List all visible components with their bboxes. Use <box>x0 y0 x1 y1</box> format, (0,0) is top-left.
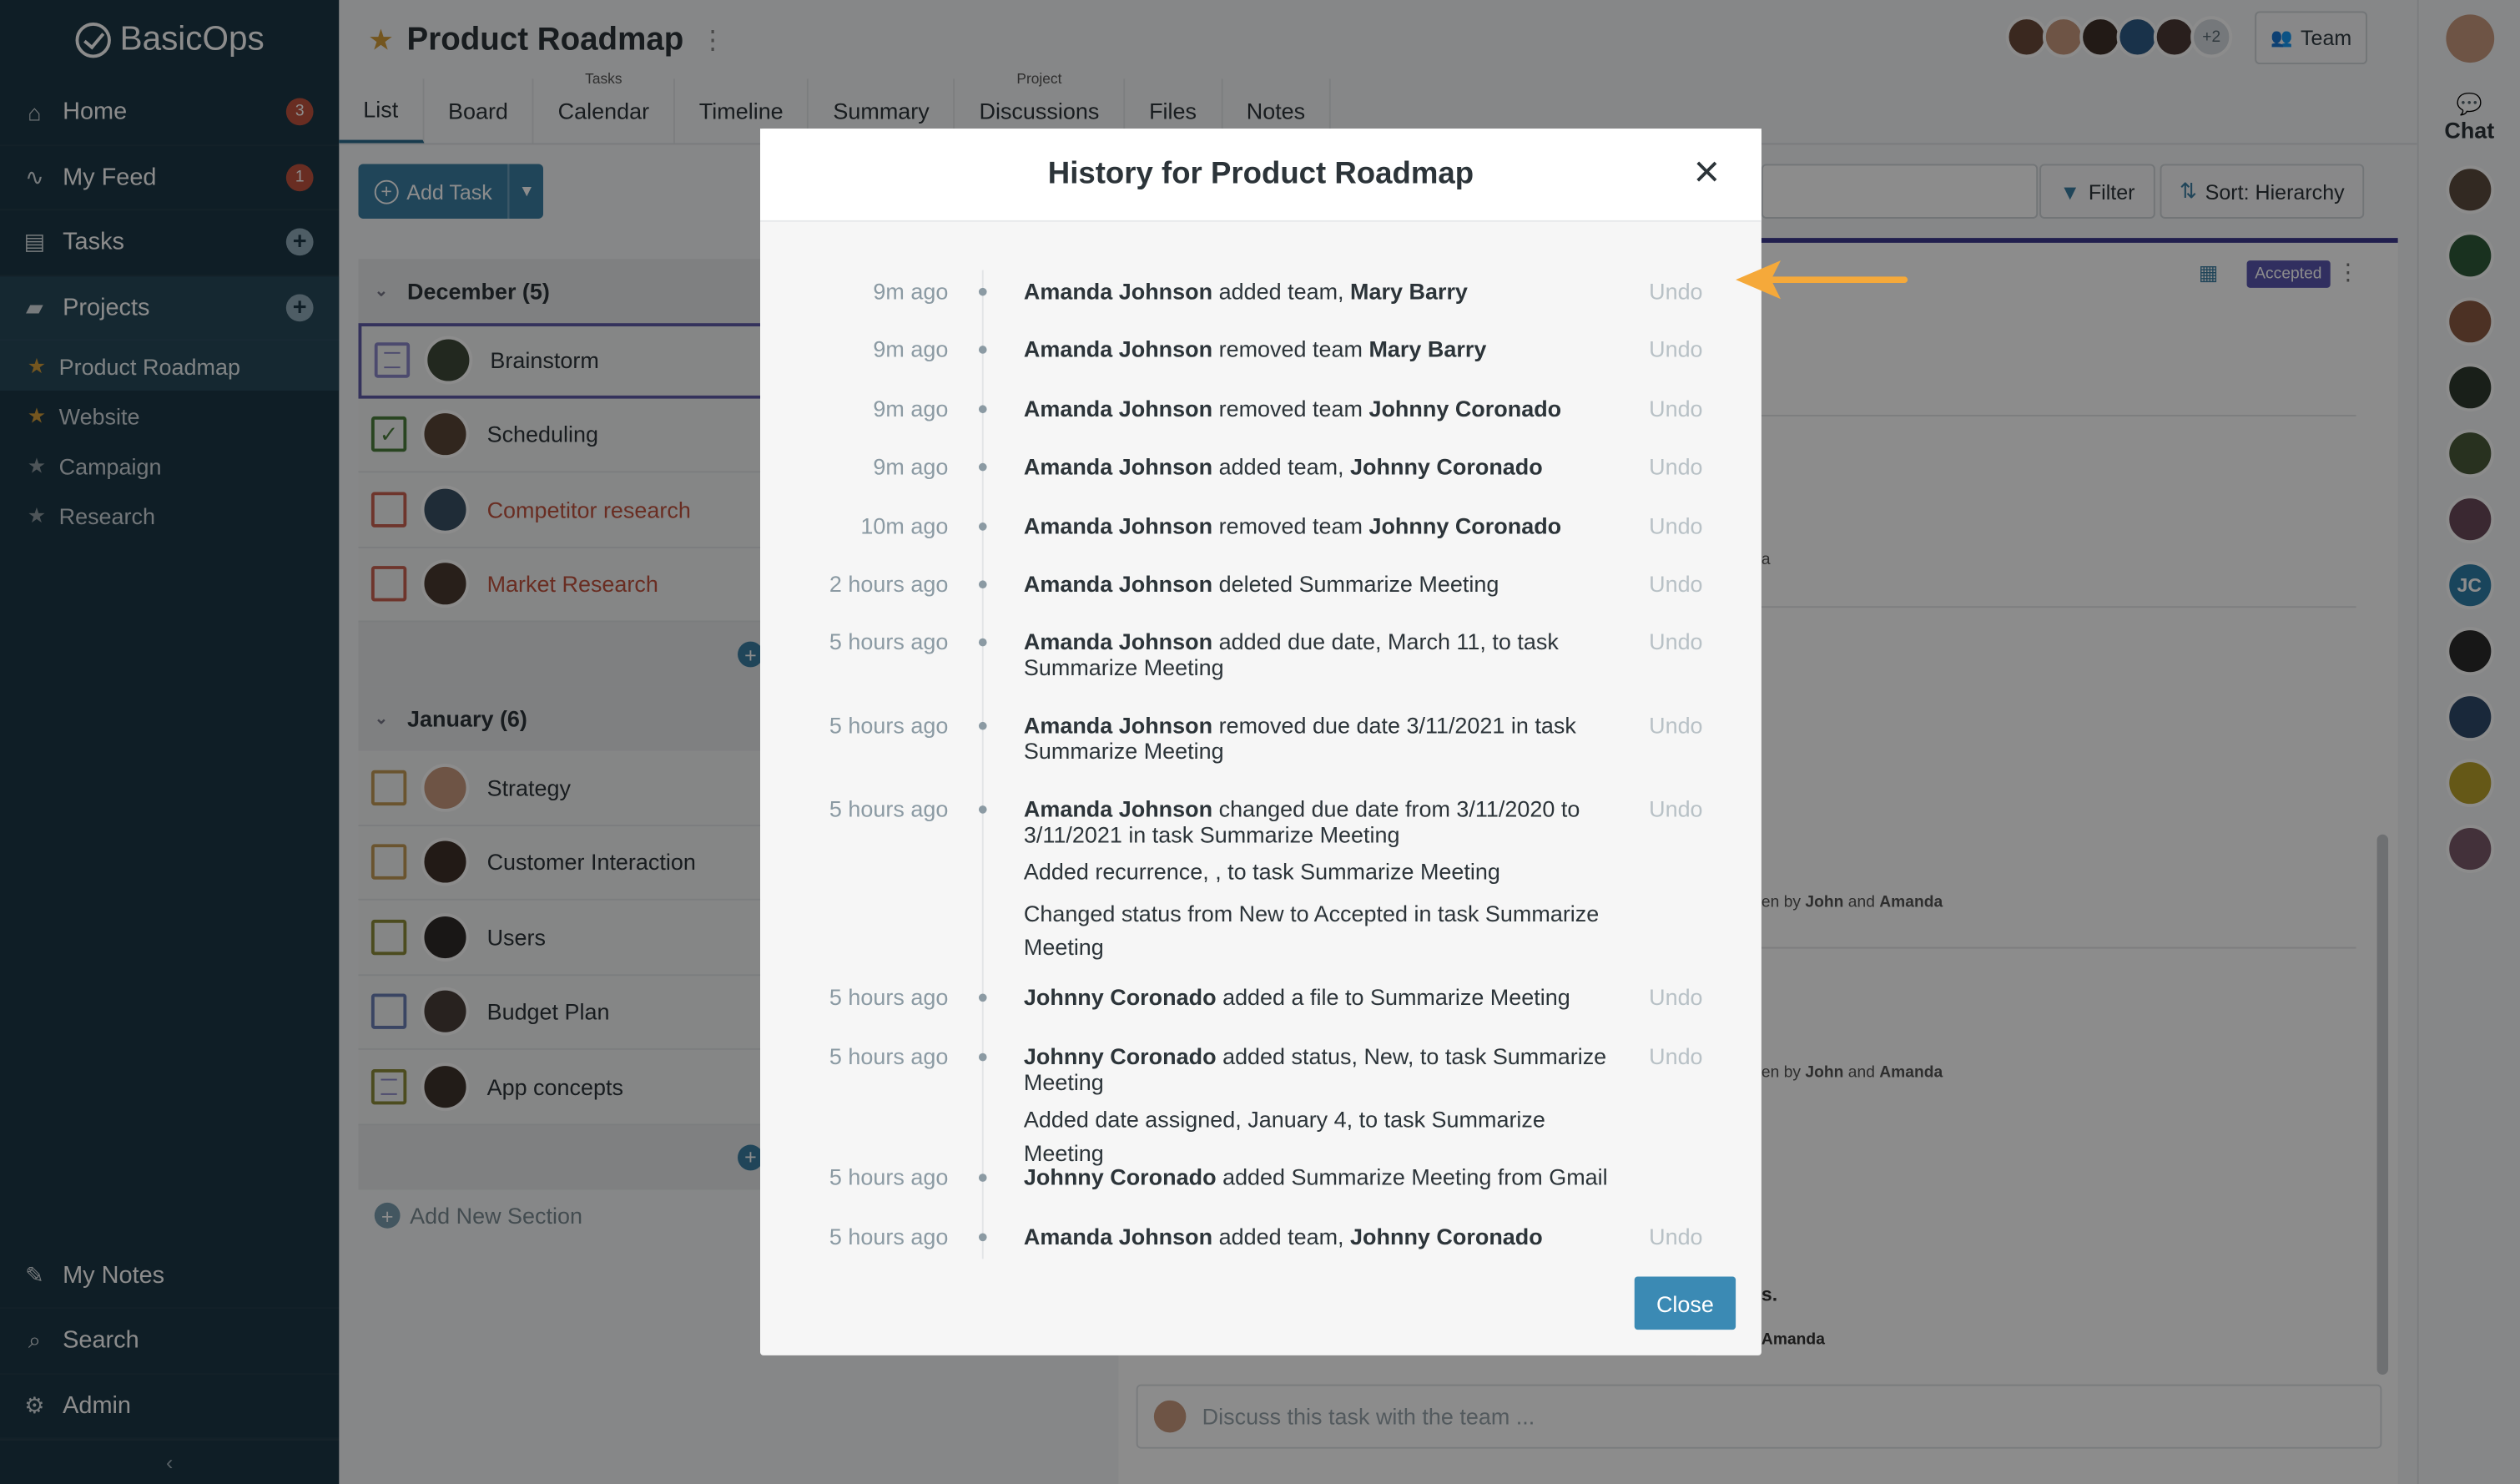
entry-target: Johnny Coronado <box>1368 395 1562 421</box>
timeline-dot <box>978 462 987 472</box>
entry-time: 9m ago <box>873 278 949 305</box>
undo-link[interactable]: Undo <box>1649 278 1702 304</box>
undo-link[interactable]: Undo <box>1649 1043 1702 1069</box>
entry-actor: Amanda Johnson <box>1023 712 1213 739</box>
undo-link[interactable]: Undo <box>1649 628 1702 654</box>
undo-link[interactable]: Undo <box>1649 396 1702 421</box>
entry-extra-line: Changed status from New to Accepted in t… <box>1023 900 1600 961</box>
entry-action: deleted Summarize Meeting <box>1212 570 1499 597</box>
entry-text: Amanda Johnson removed team Johnny Coron… <box>1024 512 1615 538</box>
entry-time: 5 hours ago <box>829 983 949 1010</box>
entry-action: added team, <box>1212 1223 1351 1249</box>
entry-text: Amanda Johnson changed due date from 3/1… <box>1024 796 1615 965</box>
timeline-dot <box>978 1174 987 1182</box>
timeline-dot <box>978 580 987 589</box>
timeline-dot <box>978 405 987 414</box>
entry-extra-line: Added recurrence, , to task Summarize Me… <box>1023 858 1500 885</box>
entry-actor: Amanda Johnson <box>1023 278 1213 305</box>
timeline-dot <box>978 721 987 730</box>
entry-target: Johnny Coronado <box>1368 512 1562 539</box>
entry-time: 5 hours ago <box>829 1043 949 1070</box>
undo-link[interactable]: Undo <box>1649 984 1702 1010</box>
entry-actor: Amanda Johnson <box>1023 453 1213 480</box>
timeline-dot <box>978 993 987 1002</box>
modal-title: History for Product Roadmap <box>1047 156 1474 191</box>
timeline-dot <box>978 522 987 531</box>
entry-action: added Summarize Meeting from Gmail <box>1216 1163 1608 1190</box>
entry-actor: Amanda Johnson <box>1023 395 1213 421</box>
entry-time: 5 hours ago <box>829 795 949 822</box>
entry-time: 9m ago <box>873 395 949 421</box>
timeline-line <box>981 270 984 1259</box>
close-button[interactable]: Close <box>1634 1276 1736 1330</box>
entry-text: Amanda Johnson removed team Mary Barry <box>1024 336 1615 362</box>
undo-link[interactable]: Undo <box>1649 796 1702 822</box>
modal-header: History for Product Roadmap <box>760 129 1761 222</box>
entry-actor: Amanda Johnson <box>1023 336 1213 362</box>
entry-text: Amanda Johnson deleted Summarize Meeting <box>1024 571 1615 597</box>
timeline-dot <box>978 346 987 354</box>
arrow-annotation-icon <box>1736 260 1908 300</box>
timeline-dot <box>978 1052 987 1062</box>
history-modal: History for Product Roadmap × 9m ago Aman… <box>760 129 1761 1355</box>
undo-link[interactable]: Undo <box>1649 512 1702 538</box>
entry-actor: Johnny Coronado <box>1023 983 1217 1010</box>
entry-target: Johnny Coronado <box>1350 453 1543 480</box>
undo-link[interactable]: Undo <box>1649 336 1702 362</box>
entry-target: Mary Barry <box>1368 336 1487 362</box>
entry-time: 9m ago <box>873 336 949 362</box>
entry-action: removed team <box>1212 395 1369 421</box>
entry-time: 9m ago <box>873 453 949 480</box>
entry-actor: Amanda Johnson <box>1023 795 1213 822</box>
entry-text: Johnny Coronado added a file to Summariz… <box>1024 984 1615 1010</box>
entry-text: Johnny Coronado added Summarize Meeting … <box>1024 1164 1615 1190</box>
close-icon[interactable]: × <box>1687 149 1726 194</box>
entry-text: Amanda Johnson removed team Johnny Coron… <box>1024 396 1615 421</box>
timeline-dot <box>978 638 987 647</box>
entry-text: Amanda Johnson removed due date 3/11/202… <box>1024 712 1615 764</box>
entry-time: 5 hours ago <box>829 712 949 739</box>
entry-actor: Johnny Coronado <box>1023 1163 1217 1190</box>
entry-actor: Amanda Johnson <box>1023 512 1213 539</box>
entry-action: removed team <box>1212 512 1369 539</box>
entry-action: removed team <box>1212 336 1369 362</box>
entry-time: 2 hours ago <box>829 570 949 597</box>
entry-target: Johnny Coronado <box>1350 1223 1543 1249</box>
entry-text: Johnny Coronado added status, New, to ta… <box>1024 1043 1615 1170</box>
undo-link[interactable]: Undo <box>1649 712 1702 738</box>
entry-action: added team, <box>1212 278 1351 305</box>
entry-actor: Amanda Johnson <box>1023 1223 1213 1249</box>
entry-target: Mary Barry <box>1350 278 1468 305</box>
entry-time: 5 hours ago <box>829 1163 949 1190</box>
timeline-dot <box>978 287 987 296</box>
entry-time: 10m ago <box>860 512 949 539</box>
entry-time: 5 hours ago <box>829 1223 949 1249</box>
entry-text: Amanda Johnson added team, Mary Barry <box>1024 278 1615 304</box>
app-window: BasicOps ⌂ Home 3 ∿ My Feed 1 ▤ Tasks + … <box>0 0 2520 1484</box>
entry-text: Amanda Johnson added due date, March 11,… <box>1024 628 1615 680</box>
entry-time: 5 hours ago <box>829 628 949 655</box>
entry-actor: Amanda Johnson <box>1023 628 1213 655</box>
undo-link[interactable]: Undo <box>1649 1224 1702 1249</box>
entry-action: added a file to Summarize Meeting <box>1216 983 1570 1010</box>
entry-actor: Johnny Coronado <box>1023 1043 1217 1070</box>
timeline-dot <box>978 1233 987 1242</box>
entry-text: Amanda Johnson added team, Johnny Corona… <box>1024 453 1615 479</box>
timeline-dot <box>978 805 987 814</box>
entry-actor: Amanda Johnson <box>1023 570 1213 597</box>
entry-text: Amanda Johnson added team, Johnny Corona… <box>1024 1224 1615 1249</box>
entry-action: added team, <box>1212 453 1351 480</box>
undo-link[interactable]: Undo <box>1649 571 1702 597</box>
undo-link[interactable]: Undo <box>1649 453 1702 479</box>
entry-extra-line: Added date assigned, January 4, to task … <box>1023 1106 1545 1166</box>
